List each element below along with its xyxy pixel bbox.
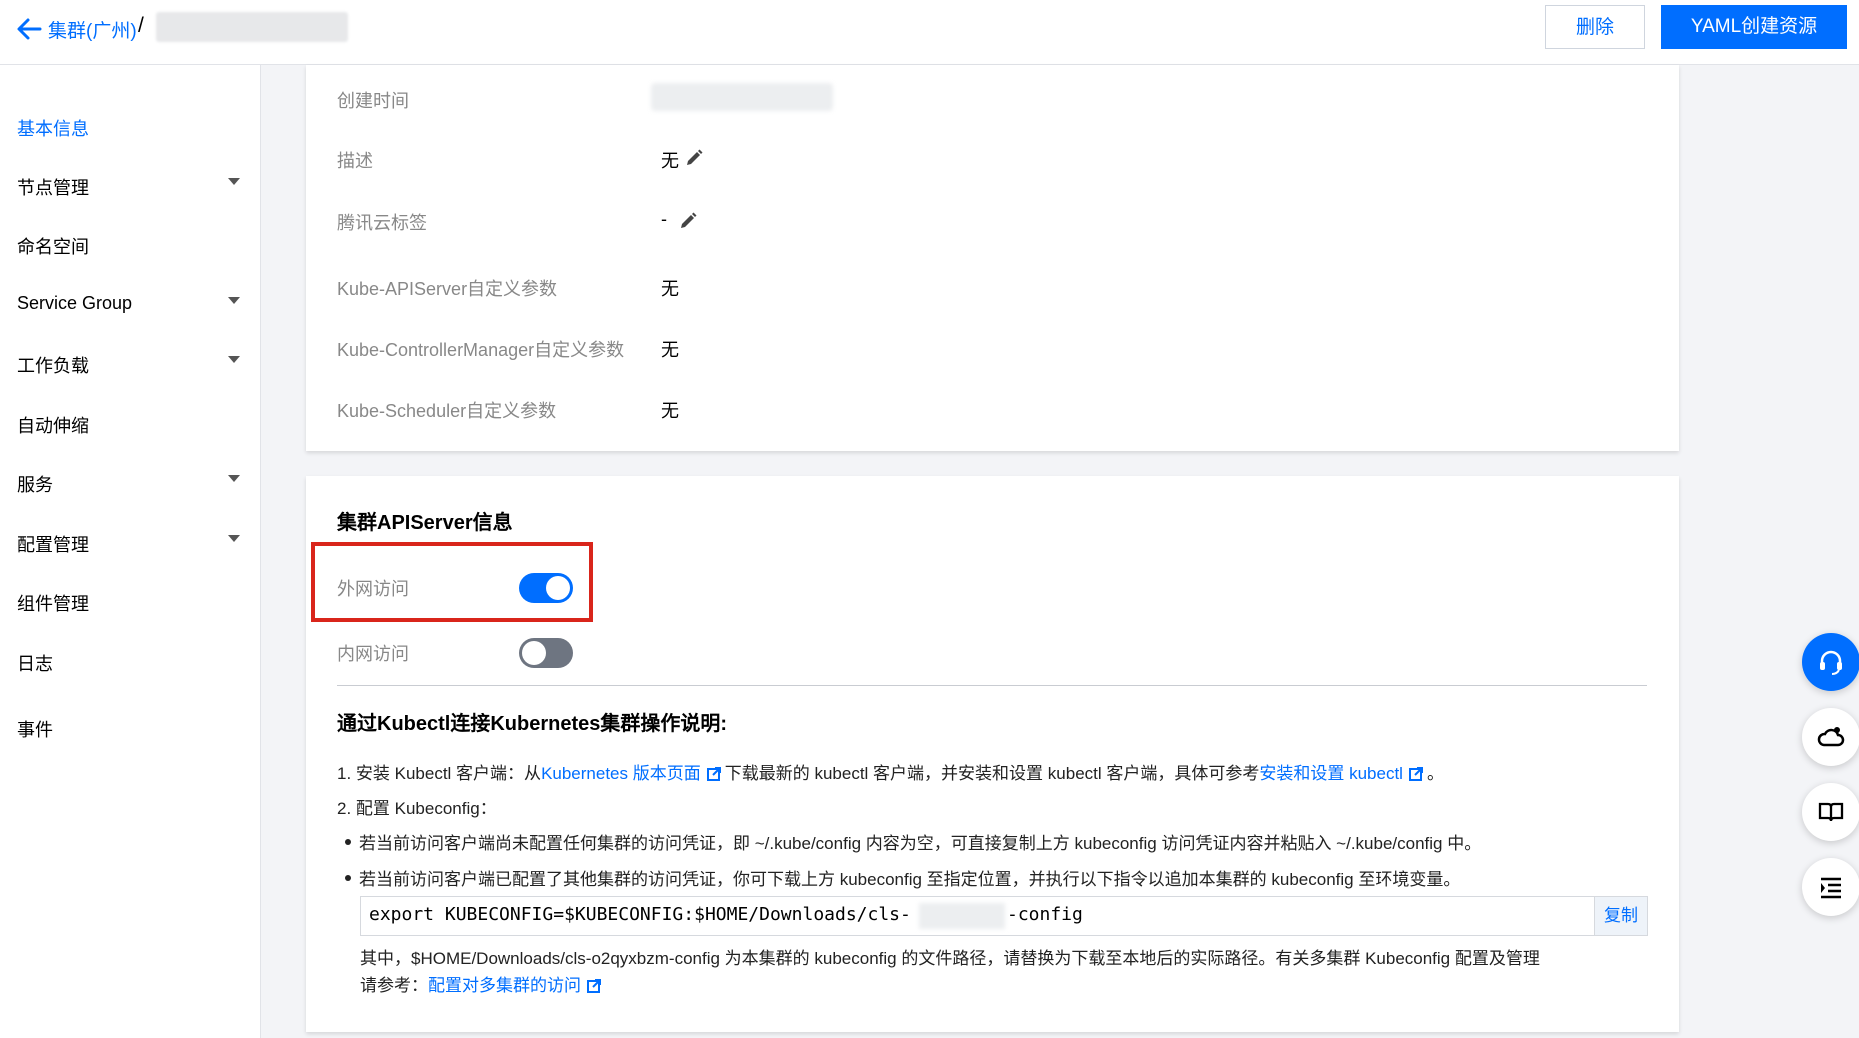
kubectl-guide-title: 通过Kubectl连接Kubernetes集群操作说明:	[337, 713, 728, 735]
scheduler-params-label: Kube-Scheduler自定义参数	[337, 401, 557, 421]
sidebar-item-nodes[interactable]: 节点管理	[17, 174, 89, 200]
edit-pencil-icon[interactable]	[678, 211, 698, 231]
divider	[337, 685, 1647, 686]
back-arrow-icon[interactable]	[14, 14, 44, 44]
sidebar: 基本信息 节点管理 命名空间 Service Group 工作负载 自动伸缩 服…	[0, 65, 261, 1038]
note-text: 其中，$HOME/Downloads/cls-o2qyxbzm-config 为…	[360, 949, 1540, 968]
basic-info-card: 创建时间 描述 无 腾讯云标签 - Kube-APIServer自定义参数 无 …	[306, 65, 1679, 451]
sidebar-item-events[interactable]: 事件	[17, 716, 53, 742]
list-icon	[1821, 877, 1841, 899]
redacted-cluster-id	[919, 903, 1005, 929]
sidebar-item-workloads[interactable]: 工作负载	[17, 352, 89, 378]
description-label: 描述	[337, 151, 373, 171]
kubernetes-release-link[interactable]: Kubernetes 版本页面	[541, 764, 701, 783]
redacted-cluster-name	[156, 12, 348, 42]
support-button[interactable]	[1802, 633, 1859, 691]
chevron-down-icon[interactable]	[228, 535, 240, 542]
tags-label: 腾讯云标签	[337, 213, 427, 233]
scheduler-params-value: 无	[661, 401, 679, 421]
chevron-down-icon[interactable]	[228, 178, 240, 185]
edit-pencil-icon[interactable]	[684, 148, 704, 168]
sidebar-item-autoscaling[interactable]: 自动伸缩	[17, 412, 89, 438]
delete-button[interactable]: 删除	[1545, 5, 1645, 49]
sidebar-item-services[interactable]: 服务	[17, 471, 53, 497]
copy-button[interactable]: 复制	[1594, 897, 1647, 935]
apiserver-card: 集群APIServer信息 外网访问 内网访问 通过Kubectl连接Kuber…	[306, 476, 1679, 1032]
cloud-icon	[1817, 727, 1845, 747]
chevron-down-icon[interactable]	[228, 297, 240, 304]
bullet1-text: 若当前访问客户端尚未配置任何集群的访问凭证，即 ~/.kube/config 内…	[359, 834, 1482, 853]
cloud-button[interactable]	[1802, 708, 1859, 766]
note-reference: 请参考：配置对多集群的访问	[360, 971, 605, 996]
chevron-down-icon[interactable]	[228, 475, 240, 482]
controller-manager-params-value: 无	[661, 340, 679, 360]
command-code-box[interactable]: export KUBECONFIG=$KUBECONFIG:$HOME/Down…	[360, 896, 1648, 936]
sidebar-item-namespaces[interactable]: 命名空间	[17, 233, 89, 259]
apiserver-params-value: 无	[661, 279, 679, 299]
external-access-toggle[interactable]	[519, 573, 573, 603]
external-link-icon[interactable]	[587, 979, 601, 993]
chevron-down-icon[interactable]	[228, 356, 240, 363]
multi-cluster-access-link[interactable]: 配置对多集群的访问	[428, 976, 581, 995]
external-access-label: 外网访问	[337, 579, 409, 599]
internal-access-label: 内网访问	[337, 644, 409, 664]
sidebar-item-addons[interactable]: 组件管理	[17, 590, 89, 616]
book-icon	[1818, 802, 1844, 822]
created-time-label: 创建时间	[337, 91, 409, 111]
yaml-create-button[interactable]: YAML创建资源	[1661, 5, 1847, 49]
sidebar-item-config[interactable]: 配置管理	[17, 531, 89, 557]
docs-button[interactable]	[1802, 783, 1859, 841]
sidebar-item-service-group[interactable]: Service Group	[17, 293, 132, 314]
sidebar-item-logs[interactable]: 日志	[17, 650, 53, 676]
menu-button[interactable]	[1802, 858, 1859, 916]
internal-access-toggle[interactable]	[519, 638, 573, 668]
step1-text: 1. 安装 Kubectl 客户端：从Kubernetes 版本页面 下载最新的 …	[337, 764, 1444, 783]
redacted-created-time	[651, 83, 833, 111]
apiserver-section-title: 集群APIServer信息	[337, 512, 513, 534]
tags-value: -	[661, 209, 667, 229]
command-suffix: -config	[1007, 904, 1083, 925]
controller-manager-params-label: Kube-ControllerManager自定义参数	[337, 340, 625, 360]
apiserver-params-label: Kube-APIServer自定义参数	[337, 279, 558, 299]
breadcrumb-cluster-link[interactable]: 集群(广州)	[48, 16, 137, 43]
external-link-icon[interactable]	[1408, 767, 1423, 781]
bullet-dot	[345, 839, 351, 845]
external-link-icon[interactable]	[706, 767, 721, 781]
top-bar: 集群(广州) / 删除 YAML创建资源	[0, 0, 1859, 65]
bullet-dot	[345, 875, 351, 881]
sidebar-item-basic-info[interactable]: 基本信息	[17, 115, 89, 141]
install-kubectl-link[interactable]: 安装和设置 kubectl	[1259, 764, 1403, 783]
headset-icon	[1820, 650, 1842, 675]
bullet2-text: 若当前访问客户端已配置了其他集群的访问凭证，你可下载上方 kubeconfig …	[359, 870, 1461, 889]
command-prefix: export KUBECONFIG=$KUBECONFIG:$HOME/Down…	[369, 904, 911, 925]
step2-text: 2. 配置 Kubeconfig：	[337, 799, 497, 818]
description-value: 无	[661, 151, 679, 171]
breadcrumb-separator: /	[138, 14, 144, 37]
